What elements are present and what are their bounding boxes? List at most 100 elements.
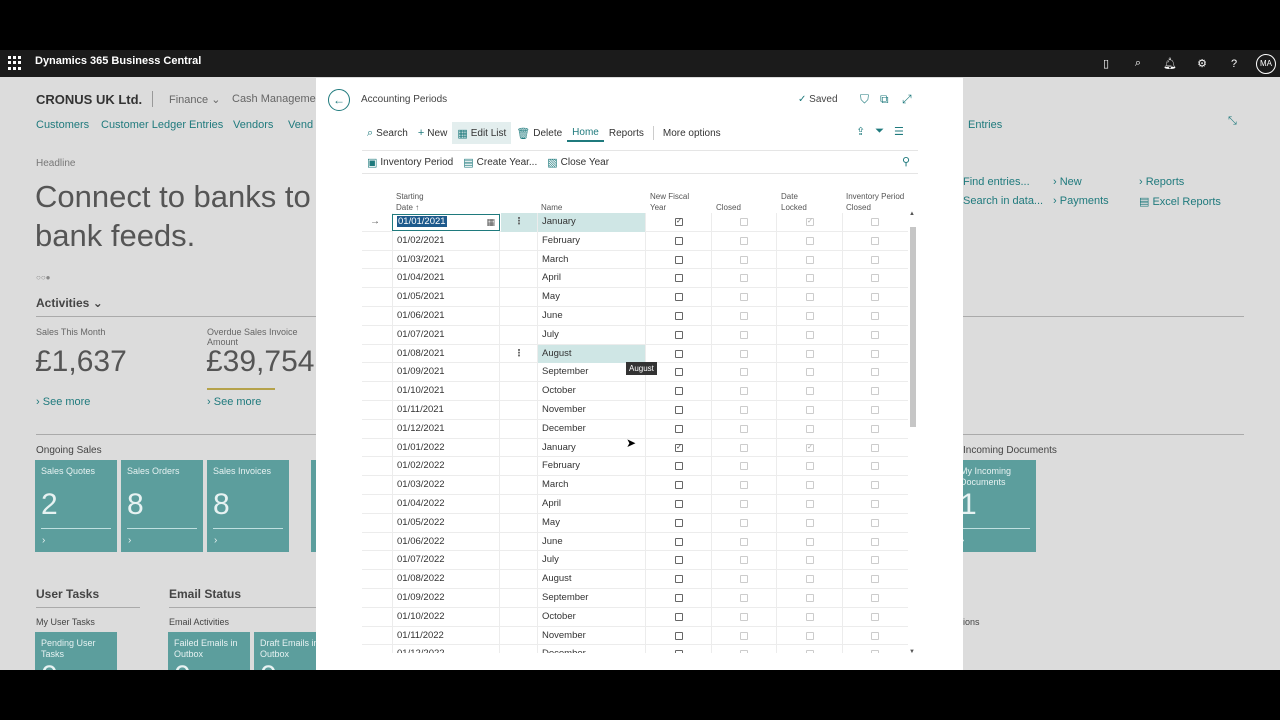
new-fiscal-year-checkbox[interactable] [675, 518, 683, 527]
row-actions-icon[interactable]: ⋮ [501, 345, 537, 364]
inventory-period-button[interactable]: ▣ Inventory Period [362, 151, 458, 173]
starting-date-cell[interactable]: 01/10/2021 [392, 382, 500, 401]
starting-date-cell[interactable]: 01/08/2022 [392, 570, 500, 589]
name-cell[interactable]: April [537, 494, 646, 514]
row-actions-icon[interactable] [501, 551, 537, 570]
carousel-dots[interactable]: ○○● [36, 273, 51, 282]
col-inventory-period-closed[interactable]: Inventory Period Closed [846, 183, 906, 213]
row-actions-icon[interactable]: ⋮ [501, 213, 537, 232]
table-row[interactable]: 01/05/2021 May [362, 288, 908, 307]
app-launcher-icon[interactable] [8, 56, 22, 70]
row-actions-icon[interactable] [501, 382, 537, 401]
table-row[interactable]: 01/10/2021 October [362, 382, 908, 401]
name-cell[interactable]: February [537, 231, 646, 251]
close-year-button[interactable]: ▧ Close Year [542, 151, 614, 173]
starting-date-cell[interactable]: 01/04/2022 [392, 494, 500, 514]
product-name[interactable]: Dynamics 365 Business Central [35, 55, 201, 67]
name-cell[interactable]: December [537, 645, 646, 653]
starting-date-cell[interactable]: 01/09/2022 [392, 588, 500, 608]
kpi-value-sales[interactable]: £1,637 [35, 345, 127, 379]
avatar[interactable]: MA [1256, 53, 1276, 74]
link-customer-ledger-entries[interactable]: Customer Ledger Entries [101, 119, 223, 131]
row-actions-icon[interactable] [501, 608, 537, 627]
name-cell[interactable]: October [537, 607, 646, 627]
new-fiscal-year-checkbox[interactable] [675, 593, 683, 602]
menu-cash-management[interactable]: Cash Managemen [232, 93, 322, 105]
row-actions-icon[interactable] [501, 627, 537, 646]
table-row[interactable]: 01/09/2022 September [362, 588, 908, 608]
table-row[interactable]: 01/08/2022 August [362, 570, 908, 589]
document-icon[interactable]: ▯ [1090, 57, 1122, 70]
new-fiscal-year-checkbox[interactable] [675, 311, 683, 320]
link-find-entries[interactable]: Find entries... [963, 176, 1030, 188]
link-customers[interactable]: Customers [36, 119, 89, 131]
more-options-button[interactable]: More options [658, 122, 726, 144]
starting-date-cell[interactable]: 01/06/2021 [392, 306, 500, 326]
table-row[interactable]: 01/06/2022 June [362, 532, 908, 552]
table-row[interactable]: 01/11/2022 November [362, 626, 908, 646]
name-cell[interactable]: May [537, 288, 646, 307]
row-actions-icon[interactable] [501, 232, 537, 251]
pin-icon[interactable]: ⚲ [902, 155, 910, 168]
table-row[interactable]: 01/05/2022 May [362, 513, 908, 533]
row-actions-icon[interactable] [501, 288, 537, 307]
bookmark-icon[interactable]: ⛉ [860, 92, 869, 107]
new-fiscal-year-checkbox[interactable] [675, 424, 683, 433]
expand-icon[interactable]: ⤢ [902, 92, 912, 107]
link-new[interactable]: › New [1053, 176, 1082, 188]
starting-date-cell[interactable]: 01/02/2022 [392, 457, 500, 477]
tile-sales-quotes[interactable]: Sales Quotes 2 › [35, 460, 117, 552]
table-row[interactable]: → 01/01/2021 ▦ ⋮ January ✓ ✓ [362, 213, 908, 232]
table-row[interactable]: 01/10/2022 October [362, 607, 908, 627]
new-fiscal-year-checkbox[interactable] [675, 650, 683, 653]
table-row[interactable]: 01/11/2021 November [362, 400, 908, 420]
date-input-focus[interactable] [392, 214, 500, 231]
open-new-window-icon[interactable]: ⧉ [880, 92, 889, 107]
table-row[interactable]: 01/12/2022 December [362, 645, 908, 653]
starting-date-cell[interactable]: 01/04/2021 [392, 269, 500, 289]
new-fiscal-year-checkbox[interactable] [675, 255, 683, 264]
new-fiscal-year-checkbox[interactable]: ✓ [675, 443, 683, 452]
link-search-in-data[interactable]: Search in data... [963, 195, 1043, 207]
search-icon[interactable]: ⌕ [1122, 57, 1154, 70]
starting-date-cell[interactable]: 01/05/2022 [392, 513, 500, 533]
table-row[interactable]: 01/04/2021 April [362, 269, 908, 289]
new-fiscal-year-checkbox[interactable] [675, 236, 683, 245]
new-fiscal-year-checkbox[interactable] [675, 405, 683, 414]
row-actions-icon[interactable] [501, 495, 537, 514]
activities-heading[interactable]: Activities ⌄ [36, 296, 103, 310]
starting-date-cell[interactable]: 01/05/2021 [392, 288, 500, 307]
name-cell[interactable]: March [537, 250, 646, 270]
new-button[interactable]: + New [413, 122, 452, 144]
link-vendors[interactable]: Vendors [233, 119, 273, 131]
row-actions-icon[interactable] [501, 326, 537, 345]
delete-button[interactable]: 🗑︎ Delete [511, 122, 567, 144]
name-cell[interactable]: January [537, 213, 646, 232]
help-icon[interactable]: ? [1218, 58, 1250, 70]
new-fiscal-year-checkbox[interactable] [675, 368, 683, 377]
row-actions-icon[interactable] [501, 363, 537, 382]
tile-sales-orders[interactable]: Sales Orders 8 › [121, 460, 203, 552]
link-reports[interactable]: › Reports [1139, 176, 1184, 188]
row-actions-icon[interactable] [501, 401, 537, 420]
new-fiscal-year-checkbox[interactable] [675, 293, 683, 302]
table-row[interactable]: 01/03/2022 March [362, 476, 908, 495]
name-cell[interactable]: March [537, 476, 646, 495]
new-fiscal-year-checkbox[interactable] [675, 556, 683, 565]
row-actions-icon[interactable] [501, 533, 537, 552]
filter-icon[interactable]: ⏷ [875, 125, 884, 138]
name-cell[interactable]: November [537, 626, 646, 646]
tab-home[interactable]: Home [567, 124, 604, 142]
bell-icon[interactable]: 🔔︎ [1154, 57, 1186, 70]
table-row[interactable]: 01/02/2021 February [362, 231, 908, 251]
table-row[interactable]: 01/06/2021 June [362, 306, 908, 326]
link-excel-reports[interactable]: ▤ Excel Reports [1139, 195, 1221, 208]
new-fiscal-year-checkbox[interactable] [675, 330, 683, 339]
starting-date-cell[interactable]: 01/10/2022 [392, 607, 500, 627]
row-actions-icon[interactable] [501, 514, 537, 533]
starting-date-cell[interactable]: 01/01/2022 [392, 438, 500, 458]
edit-list-button[interactable]: ▦ Edit List [452, 122, 512, 144]
link-payments[interactable]: › Payments [1053, 195, 1109, 207]
gear-icon[interactable]: ⚙ [1186, 57, 1218, 70]
menu-finance[interactable]: Finance ⌄ [169, 93, 220, 106]
